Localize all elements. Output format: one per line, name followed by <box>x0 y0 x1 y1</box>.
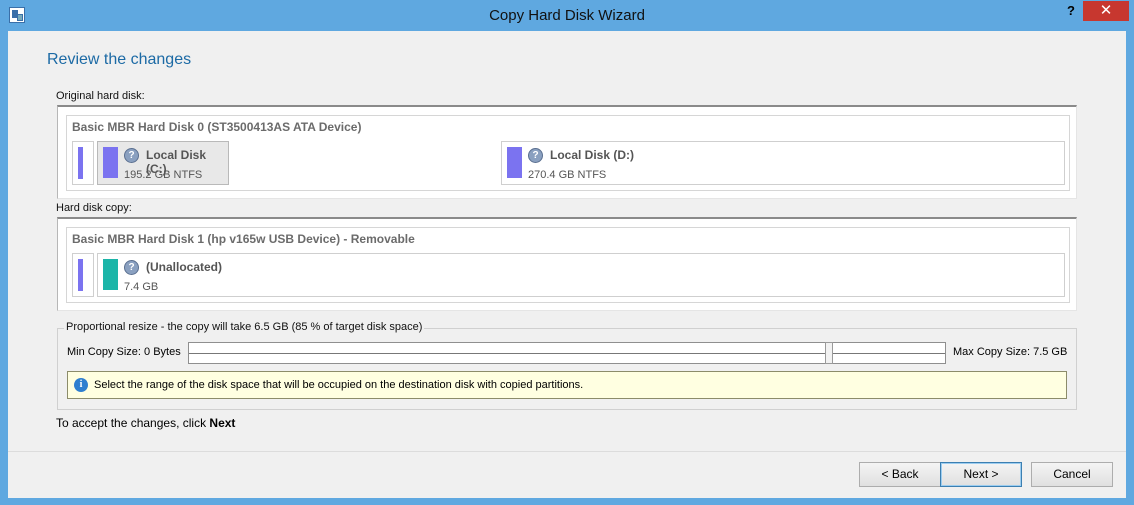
cancel-button[interactable]: Cancel <box>1031 462 1113 487</box>
button-bar: < Back Next > Cancel <box>8 451 1126 498</box>
slider-thumb[interactable] <box>825 342 833 364</box>
partition-c[interactable]: ? Local Disk (C:) 195.2 GB NTFS <box>97 141 229 185</box>
resize-legend: Proportional resize - the copy will take… <box>64 321 425 333</box>
partition-name: (Unallocated) <box>146 260 223 274</box>
close-button[interactable]: ✕ <box>1083 1 1129 21</box>
accept-prefix: To accept the changes, click <box>56 416 210 430</box>
original-disk-group: Basic MBR Hard Disk 0 (ST3500413AS ATA D… <box>57 105 1077 199</box>
info-icon: i <box>74 378 88 392</box>
original-disk-name: Basic MBR Hard Disk 0 (ST3500413AS ATA D… <box>72 120 362 134</box>
copy-size-slider[interactable] <box>188 342 946 364</box>
partition-size: 7.4 GB <box>124 281 159 293</box>
copy-disk-label: Hard disk copy: <box>56 202 132 214</box>
accept-instructions: To accept the changes, click Next <box>56 416 235 430</box>
next-button[interactable]: Next > <box>940 462 1022 487</box>
proportional-resize-group: Proportional resize - the copy will take… <box>57 321 1077 410</box>
question-icon: ? <box>124 260 139 275</box>
wizard-window: Copy Hard Disk Wizard ? ✕ Review the cha… <box>0 0 1134 505</box>
title-bar[interactable]: Copy Hard Disk Wizard ? ✕ <box>0 0 1134 31</box>
page-heading: Review the changes <box>47 51 192 68</box>
back-button[interactable]: < Back <box>859 462 941 487</box>
mbr-segment[interactable] <box>72 141 94 185</box>
info-text: Select the range of the disk space that … <box>94 379 584 391</box>
max-copy-size: Max Copy Size: 7.5 GB <box>953 346 1068 358</box>
copy-disk-map: Basic MBR Hard Disk 1 (hp v165w USB Devi… <box>66 227 1070 303</box>
accept-action: Next <box>209 416 236 430</box>
copy-disk-group: Basic MBR Hard Disk 1 (hp v165w USB Devi… <box>57 217 1077 311</box>
original-disk-map: Basic MBR Hard Disk 0 (ST3500413AS ATA D… <box>66 115 1070 191</box>
partition-size: 270.4 GB NTFS <box>528 169 607 181</box>
wizard-content: Review the changes Original hard disk: B… <box>8 31 1126 498</box>
partition-unallocated[interactable]: ? (Unallocated) 7.4 GB <box>97 253 1065 297</box>
info-message: i Select the range of the disk space tha… <box>67 371 1067 399</box>
partition-color-bar <box>103 147 118 178</box>
partition-d[interactable]: ? Local Disk (D:) 270.4 GB NTFS <box>501 141 1065 185</box>
partition-color-bar <box>507 147 522 178</box>
min-copy-size: Min Copy Size: 0 Bytes <box>67 346 181 358</box>
window-title: Copy Hard Disk Wizard <box>489 7 645 24</box>
partition-size: 195.2 GB NTFS <box>124 169 203 181</box>
help-button[interactable]: ? <box>1060 1 1082 21</box>
question-icon: ? <box>528 148 543 163</box>
question-icon: ? <box>124 148 139 163</box>
partition-name: Local Disk (D:) <box>550 148 635 162</box>
partition-color-bar <box>103 259 118 290</box>
copy-disk-name: Basic MBR Hard Disk 1 (hp v165w USB Devi… <box>72 232 415 246</box>
mbr-segment[interactable] <box>72 253 94 297</box>
original-disk-label: Original hard disk: <box>56 90 145 102</box>
